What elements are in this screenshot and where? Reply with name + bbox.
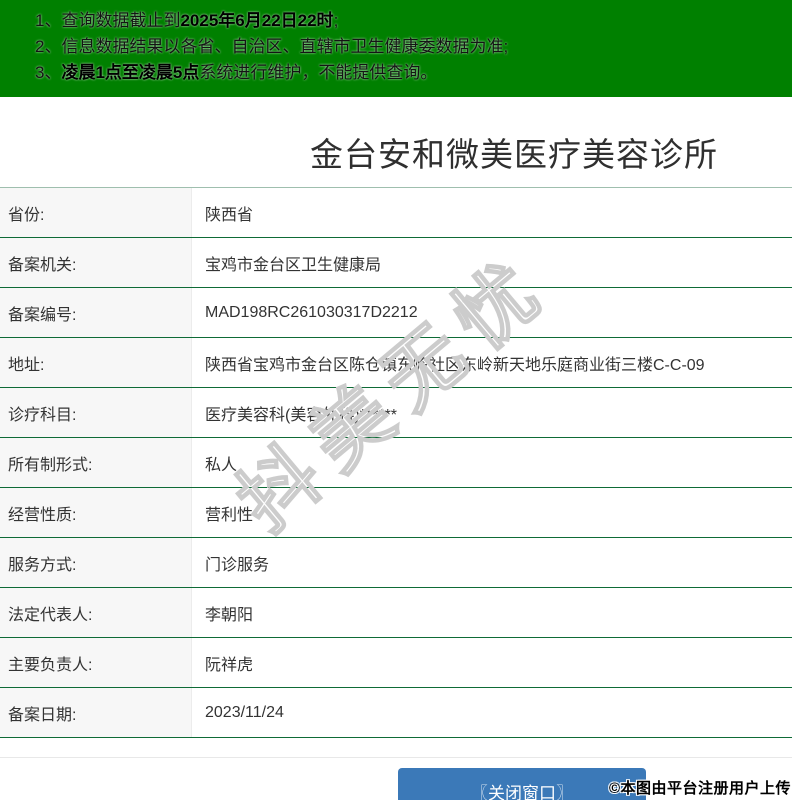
row-label: 主要负责人: <box>0 638 192 687</box>
row-label: 服务方式: <box>0 538 192 587</box>
footer-divider <box>0 757 792 758</box>
row-value: 营利性 <box>192 488 792 537</box>
row-value: 李朝阳 <box>192 588 792 637</box>
row-label: 法定代表人: <box>0 588 192 637</box>
row-value: 阮祥虎 <box>192 638 792 687</box>
row-value: 陕西省 <box>192 188 792 237</box>
notice-line-3-number: 3、 <box>35 63 62 82</box>
row-label: 备案机关: <box>0 238 192 287</box>
table-row-address: 地址: 陕西省宝鸡市金台区陈仓镇东岭社区东岭新天地乐庭商业街三楼C-C-09 <box>0 338 792 388</box>
row-value: 2023/11/24 <box>192 688 792 737</box>
row-label: 地址: <box>0 338 192 387</box>
table-row-medical-subjects: 诊疗科目: 医疗美容科(美容外科)****** <box>0 388 792 438</box>
row-label: 诊疗科目: <box>0 388 192 437</box>
notice-line-1-text: 查询数据截止到 <box>61 11 181 30</box>
table-row-ownership-form: 所有制形式: 私人 <box>0 438 792 488</box>
notice-line-1-bold: 2025年6月22日22时 <box>180 11 334 30</box>
row-label: 备案编号: <box>0 288 192 337</box>
table-row-filing-date: 备案日期: 2023/11/24 <box>0 688 792 738</box>
table-row-filing-authority: 备案机关: 宝鸡市金台区卫生健康局 <box>0 238 792 288</box>
notice-line-3-text: 系统进行维护，不能提供查询。 <box>199 63 438 82</box>
row-label: 所有制形式: <box>0 438 192 487</box>
notice-line-3-bold: 凌晨1点至凌晨5点 <box>61 63 200 82</box>
row-value: 门诊服务 <box>192 538 792 587</box>
row-label: 省份: <box>0 188 192 237</box>
table-row-province: 省份: 陕西省 <box>0 188 792 238</box>
copyright-watermark: ©本图由平台注册用户上传 <box>608 780 791 797</box>
table-row-filing-number: 备案编号: MAD198RC261030317D2212 <box>0 288 792 338</box>
notice-line-3: 3、凌晨1点至凌晨5点系统进行维护，不能提供查询。 <box>35 60 782 86</box>
notice-line-1: 1、查询数据截止到2025年6月22日22时; <box>35 8 782 34</box>
notice-line-2-text: 信息数据结果以各省、自治区、直辖市卫生健康委数据为准; <box>61 37 509 56</box>
row-value: 陕西省宝鸡市金台区陈仓镇东岭社区东岭新天地乐庭商业街三楼C-C-09 <box>192 338 792 387</box>
row-value: 医疗美容科(美容外科)****** <box>192 388 792 437</box>
table-row-service-mode: 服务方式: 门诊服务 <box>0 538 792 588</box>
table-row-principal: 主要负责人: 阮祥虎 <box>0 638 792 688</box>
notice-line-2-number: 2、 <box>35 37 62 56</box>
notice-banner: 1、查询数据截止到2025年6月22日22时; 2、信息数据结果以各省、自治区、… <box>0 0 792 97</box>
row-value: 私人 <box>192 438 792 487</box>
notice-line-2: 2、信息数据结果以各省、自治区、直辖市卫生健康委数据为准; <box>35 34 782 60</box>
row-label: 经营性质: <box>0 488 192 537</box>
registration-info-table: 省份: 陕西省 备案机关: 宝鸡市金台区卫生健康局 备案编号: MAD198RC… <box>0 187 792 738</box>
row-value: MAD198RC261030317D2212 <box>192 288 792 337</box>
notice-line-1-tail: ; <box>333 11 339 30</box>
table-row-legal-representative: 法定代表人: 李朝阳 <box>0 588 792 638</box>
row-value: 宝鸡市金台区卫生健康局 <box>192 238 792 287</box>
page-title: 金台安和微美医疗美容诊所 <box>310 136 718 173</box>
table-row-business-nature: 经营性质: 营利性 <box>0 488 792 538</box>
page: 1、查询数据截止到2025年6月22日22时; 2、信息数据结果以各省、自治区、… <box>0 0 792 800</box>
row-label: 备案日期: <box>0 688 192 737</box>
notice-line-1-number: 1、 <box>35 11 62 30</box>
